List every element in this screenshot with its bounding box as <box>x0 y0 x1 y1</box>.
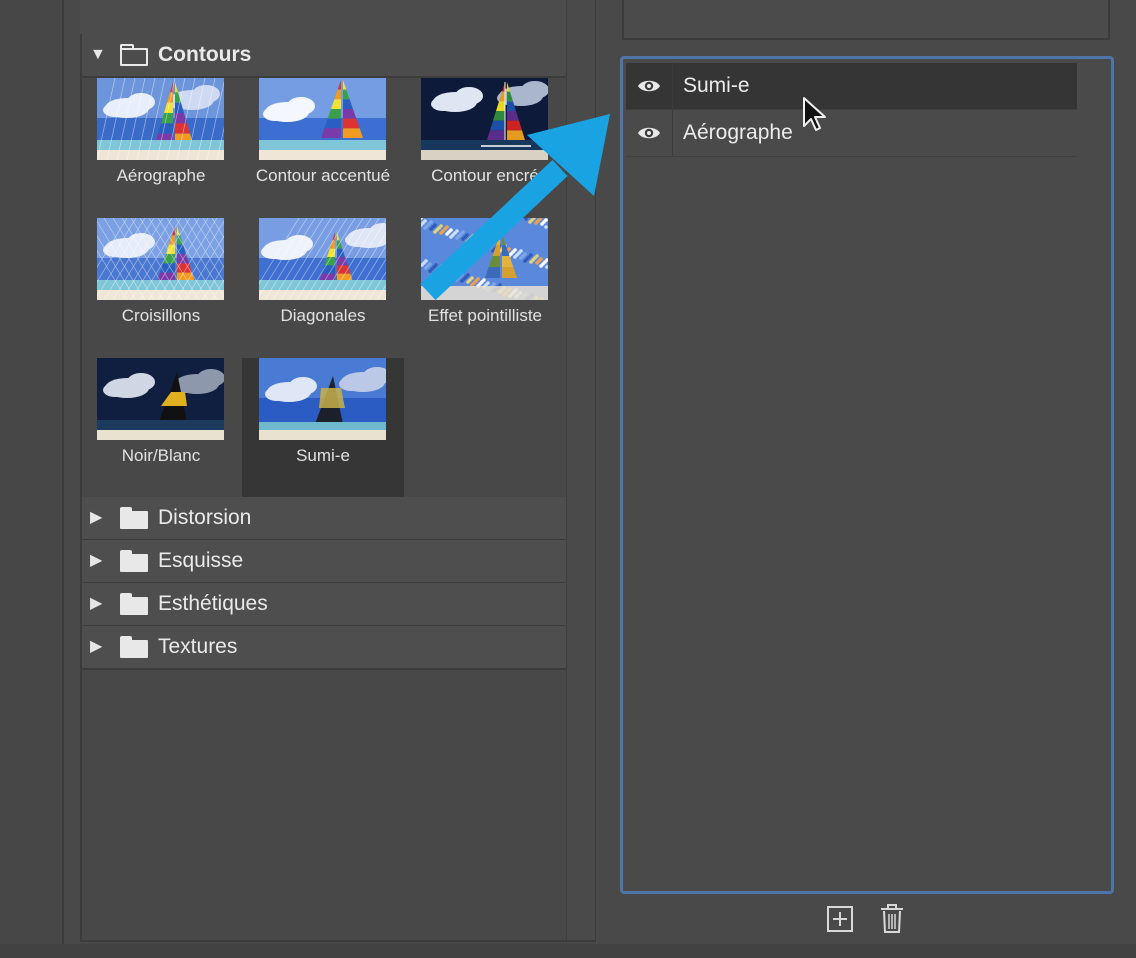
triangle-right-icon[interactable]: ▶ <box>90 510 108 526</box>
category-label: Contours <box>158 43 252 66</box>
filter-layer-name: Aérographe <box>683 121 793 144</box>
category-textures[interactable]: ▶ Textures <box>82 626 566 670</box>
category-esthétiques[interactable]: ▶ Esthétiques <box>82 583 566 627</box>
filter-layer-row[interactable]: Sumi-e <box>626 63 1077 110</box>
filter-thumbnail[interactable]: Contour encré <box>404 78 566 218</box>
mouse-cursor-icon <box>803 97 826 131</box>
eye-icon[interactable] <box>626 110 673 156</box>
filter-layer-row[interactable]: Aérographe <box>626 110 1077 157</box>
filter-thumbnail-label: Noir/Blanc <box>121 446 201 465</box>
triangle-right-icon[interactable]: ▶ <box>90 553 108 569</box>
filter-thumbnail[interactable]: Effet pointilliste <box>404 218 566 358</box>
category-esquisse[interactable]: ▶ Esquisse <box>82 540 566 584</box>
filter-preview-image <box>259 358 386 440</box>
category-contours[interactable]: ▼ Contours <box>82 34 566 78</box>
category-distorsion[interactable]: ▶ Distorsion <box>82 497 566 541</box>
filter-thumbnail[interactable]: Aérographe <box>80 78 242 218</box>
bottom-edge <box>0 944 1136 958</box>
filter-thumbnail-label: Diagonales <box>280 306 366 325</box>
filter-layer-name: Sumi-e <box>683 74 750 97</box>
preview-settings-box <box>622 0 1110 40</box>
delete-filter-layer-button[interactable] <box>877 904 907 934</box>
category-label: Distorsion <box>158 506 252 529</box>
filter-thumbnail[interactable]: Sumi-e <box>242 358 404 498</box>
folder-icon <box>120 550 148 572</box>
triangle-down-icon[interactable]: ▼ <box>90 47 108 63</box>
filter-layers-list[interactable] <box>620 56 1114 894</box>
trash-icon <box>881 904 903 933</box>
filter-preview-image <box>97 218 224 300</box>
filter-preview-image <box>421 78 548 160</box>
gallery-scrollbar[interactable] <box>566 0 595 940</box>
filter-preview-image <box>421 218 548 300</box>
triangle-right-icon[interactable]: ▶ <box>90 596 108 612</box>
folder-open-icon <box>120 44 148 66</box>
filter-thumbnail-label: Aérographe <box>116 166 206 185</box>
filter-preview-image <box>259 218 386 300</box>
triangle-right-icon[interactable]: ▶ <box>90 639 108 655</box>
filter-thumbnail[interactable]: Noir/Blanc <box>80 358 242 498</box>
category-label: Textures <box>158 635 238 658</box>
filter-thumbnail-label: Croisillons <box>121 306 201 325</box>
category-label: Esquisse <box>158 549 244 572</box>
folder-icon <box>120 593 148 615</box>
filter-thumbnail[interactable]: Croisillons <box>80 218 242 358</box>
filter-thumbnail-label: Sumi-e <box>296 446 350 465</box>
filter-thumbnail-label: Effet pointilliste <box>427 306 543 325</box>
category-label: Esthétiques <box>158 592 268 615</box>
filter-thumbnail[interactable]: Contour accentué <box>242 78 404 218</box>
filter-thumbnail-label: Contour accentué <box>255 166 391 185</box>
new-filter-layer-button[interactable] <box>825 904 855 934</box>
gallery-top-row <box>80 0 566 35</box>
filter-thumbnail-label: Contour encré <box>431 166 539 185</box>
filter-thumbnail[interactable]: Diagonales <box>242 218 404 358</box>
filter-preview-image <box>97 358 224 440</box>
left-panel-edge <box>0 0 64 944</box>
filter-preview-image <box>259 78 386 160</box>
folder-icon <box>120 507 148 529</box>
plus-square-icon <box>827 906 853 932</box>
folder-icon <box>120 636 148 658</box>
filter-preview-image <box>97 78 224 160</box>
eye-icon[interactable] <box>626 63 673 109</box>
